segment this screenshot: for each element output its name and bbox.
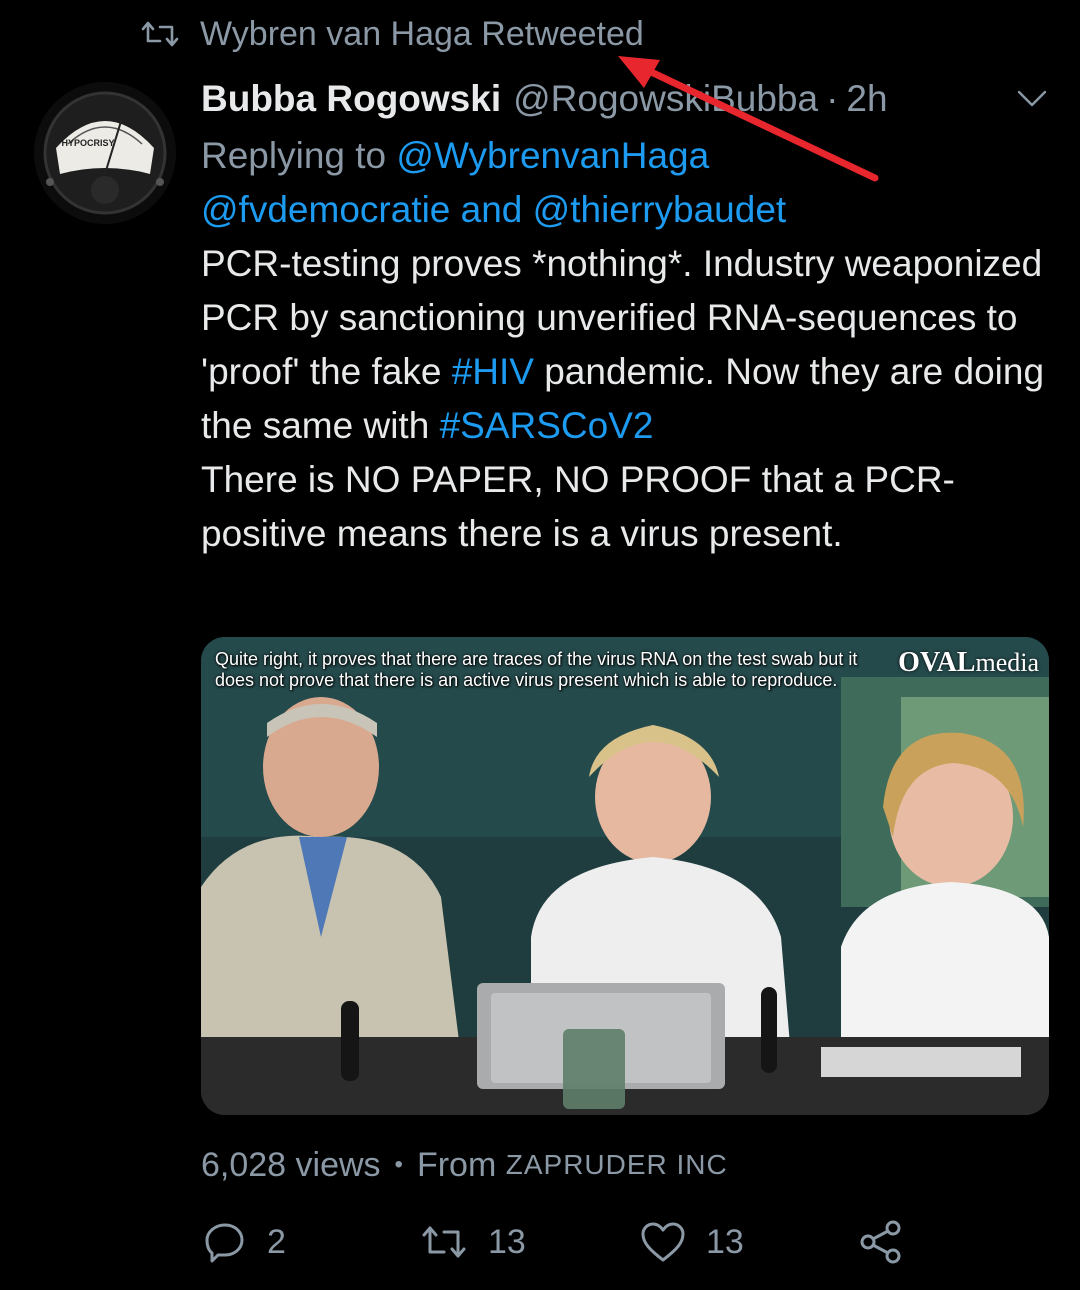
mention-link[interactable]: @thierrybaudet	[533, 189, 787, 230]
share-icon	[860, 1220, 901, 1264]
media-stats: 6,028 views • From ZAPRUDER INC	[201, 1142, 728, 1188]
tweet-actions: 2 13 13	[0, 1214, 1080, 1270]
share-button[interactable]	[858, 1214, 924, 1270]
reply-count: 2	[267, 1222, 286, 1261]
like-button[interactable]: 13	[640, 1214, 744, 1270]
reply-button[interactable]: 2	[203, 1214, 286, 1270]
retweet-button[interactable]: 13	[420, 1214, 526, 1270]
video-watermark: OVALmedia	[898, 647, 1039, 679]
like-count: 13	[706, 1222, 744, 1261]
avatar[interactable]: HYPOCRISY	[34, 82, 176, 224]
source-name[interactable]: ZAPRUDER INC	[506, 1149, 728, 1181]
avatar-hypocrisy-meter: HYPOCRISY	[34, 82, 176, 224]
mention-link[interactable]: @fvdemocratie	[201, 189, 450, 230]
retweet-context-text: Wybren van Haga Retweeted	[200, 14, 644, 53]
mention-link[interactable]: @WybrenvanHaga	[396, 135, 709, 176]
stats-separator: •	[394, 1151, 403, 1178]
timestamp[interactable]: 2h	[846, 78, 887, 120]
replying-to: Replying to @WybrenvanHaga @fvdemocratie…	[201, 129, 1051, 237]
retweet-icon	[422, 1226, 466, 1258]
watermark-sub: media	[975, 648, 1039, 677]
hashtag-link[interactable]: #HIV	[452, 351, 534, 392]
tweet[interactable]: Bubba Rogowski @RogowskiBubba · 2h Reply…	[201, 74, 1051, 561]
user-handle[interactable]: @RogowskiBubba	[513, 78, 818, 120]
source-from-label: From	[416, 1145, 497, 1184]
video-scene	[201, 637, 1049, 1115]
chevron-down-icon[interactable]	[1015, 86, 1049, 112]
watermark-main: OVAL	[898, 647, 976, 678]
hashtag-link[interactable]: #SARSCoV2	[440, 405, 654, 446]
separator-dot: ·	[826, 78, 839, 119]
display-name[interactable]: Bubba Rogowski	[201, 78, 501, 120]
retweet-context[interactable]: Wybren van Haga Retweeted	[140, 12, 644, 56]
view-count: 6,028 views	[201, 1145, 381, 1184]
tweet-text-part: There is NO PAPER, NO PROOF that a PCR-p…	[201, 459, 955, 554]
tweet-header: Bubba Rogowski @RogowskiBubba · 2h	[201, 74, 1051, 124]
video-thumbnail[interactable]: Quite right, it proves that there are tr…	[201, 637, 1049, 1115]
tweet-text: PCR-testing proves *nothing*. Industry w…	[201, 237, 1051, 561]
avatar-label: HYPOCRISY	[61, 138, 114, 148]
reply-icon	[205, 1223, 244, 1263]
heart-icon	[641, 1222, 685, 1262]
mention-conjunction: and	[460, 189, 523, 230]
video-subtitle: Quite right, it proves that there are tr…	[215, 649, 858, 690]
replying-to-label: Replying to	[201, 135, 387, 176]
retweet-icon	[141, 21, 179, 47]
retweet-count: 13	[488, 1222, 526, 1261]
